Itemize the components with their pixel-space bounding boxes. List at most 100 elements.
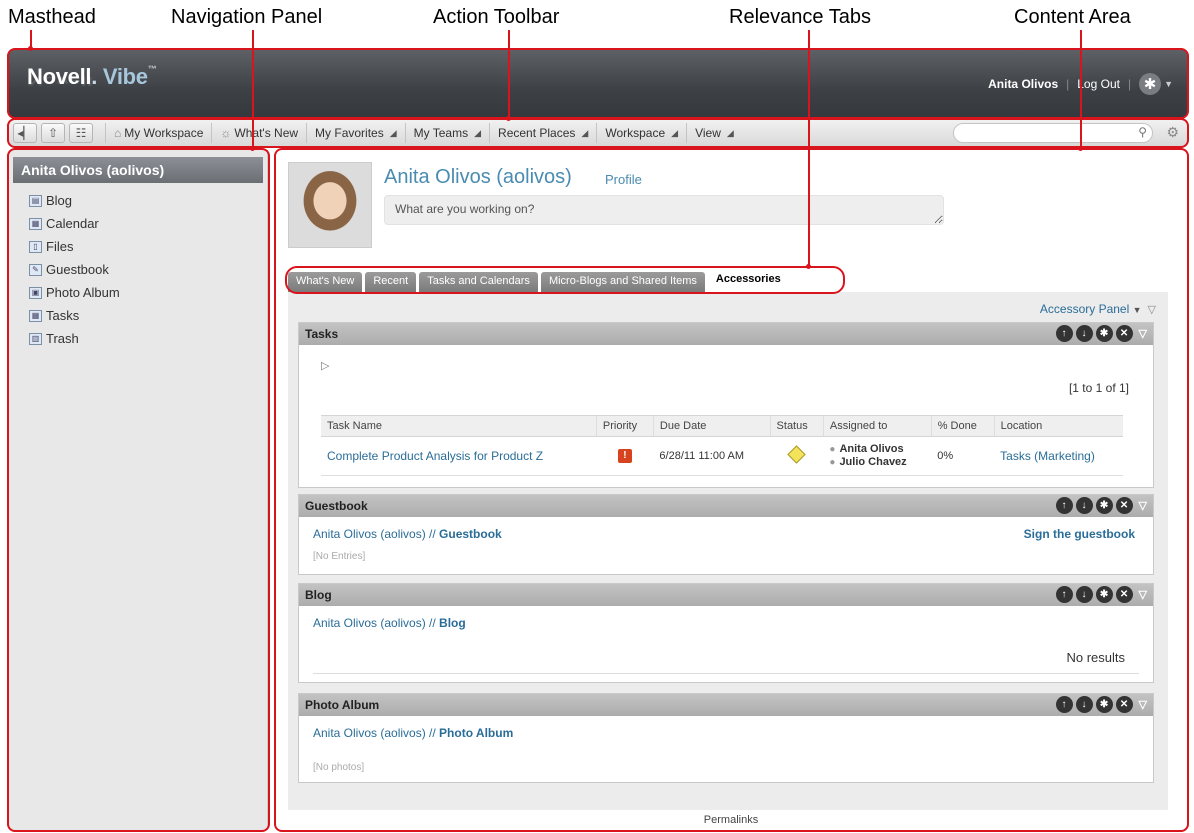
back-icon[interactable]: ◂▏ (13, 123, 37, 143)
move-down-icon[interactable]: ↓ (1075, 586, 1093, 603)
col-assigned-to[interactable]: Assigned to (822, 415, 932, 437)
move-up-icon[interactable]: ↑ (1055, 497, 1073, 514)
toolbar-view[interactable]: View ◢ (686, 123, 742, 143)
chevron-down-icon[interactable]: ▼ (1164, 79, 1173, 89)
task-name-link[interactable]: Complete Product Analysis for Product Z (327, 449, 543, 463)
collapse-triangle-icon[interactable]: ▽ (1139, 588, 1147, 601)
callout-relevance-tabs: Relevance Tabs (729, 6, 871, 28)
dropdown-arrow-icon: ◢ (671, 127, 679, 138)
nav-item-trash[interactable]: ▥ Trash (29, 327, 267, 350)
accessories-panel: Accessory Panel ▼ ▽ Tasks ↑ ↓ ✱ ✕ ▽ ▷ [1 … (288, 292, 1168, 810)
logout-link[interactable]: Log Out (1077, 77, 1120, 91)
separator: | (1127, 77, 1132, 91)
move-up-icon[interactable]: ↑ (1055, 586, 1073, 603)
tab-accessories[interactable]: Accessories (707, 270, 789, 292)
collapse-triangle-icon[interactable]: ▽ (1148, 304, 1156, 316)
collapse-triangle-icon[interactable]: ▽ (1139, 698, 1147, 711)
nav-item-tasks[interactable]: ▦ Tasks (29, 304, 267, 327)
guestbook-widget-header: Guestbook ↑ ↓ ✱ ✕ ▽ (299, 495, 1153, 517)
nav-item-photo-album[interactable]: ▣ Photo Album (29, 281, 267, 304)
nav-item-guestbook[interactable]: ✎ Guestbook (29, 258, 267, 281)
user-name-link[interactable]: Anita Olivos (988, 77, 1058, 91)
blog-empty: No results (1066, 650, 1125, 665)
upload-icon[interactable]: ⇧ (41, 123, 65, 143)
photo-album-widget-header: Photo Album ↑ ↓ ✱ ✕ ▽ (299, 694, 1153, 716)
logo-reflection: Novell (27, 74, 94, 88)
photo-album-path-link[interactable]: Anita Olivos (aolivos) // Photo Album (313, 726, 513, 740)
assignee[interactable]: ● Anita Olivos (829, 443, 925, 456)
sign-guestbook-link[interactable]: Sign the guestbook (1024, 527, 1135, 541)
content-area: Anita Olivos (aolivos) Profile What's Ne… (276, 150, 1186, 830)
task-due-date: 6/28/11 11:00 AM (653, 436, 771, 476)
toolbar-recent-places[interactable]: Recent Places ◢ (489, 123, 596, 143)
toolbar-workspace[interactable]: Workspace ◢ (596, 123, 686, 143)
move-up-icon[interactable]: ↑ (1055, 325, 1073, 342)
nav-item-calendar[interactable]: ▦ Calendar (29, 212, 267, 235)
callout-leader-dot (806, 264, 811, 269)
move-up-icon[interactable]: ↑ (1055, 696, 1073, 713)
home-icon: ⌂ (114, 126, 122, 140)
callout-leader-line (508, 30, 510, 120)
relevance-tabs: What's New Recent Tasks and Calendars Mi… (288, 270, 789, 292)
tab-micro-blogs[interactable]: Micro-Blogs and Shared Items (540, 272, 705, 292)
person-icon: ● (829, 444, 836, 455)
photo-album-widget: Photo Album ↑ ↓ ✱ ✕ ▽ Anita Olivos (aoli… (298, 693, 1154, 783)
tab-whats-new[interactable]: What's New (288, 272, 363, 292)
toolbar-whats-new[interactable]: ☼ What's New (211, 123, 306, 143)
close-icon[interactable]: ✕ (1115, 497, 1133, 514)
search-icon[interactable]: ⚲ (1138, 125, 1147, 139)
gear-icon[interactable]: ✱ (1139, 73, 1162, 95)
settings-icon[interactable]: ✱ (1095, 586, 1113, 603)
col-due-date[interactable]: Due Date (652, 415, 771, 437)
blog-widget: Blog ↑ ↓ ✱ ✕ ▽ Anita Olivos (aolivos) //… (298, 583, 1154, 683)
profile-link[interactable]: Profile (605, 172, 642, 187)
callout-leader-dot (28, 46, 33, 51)
status-input[interactable] (384, 195, 944, 225)
profile-name[interactable]: Anita Olivos (aolivos) (384, 166, 572, 189)
toolbar-my-workspace[interactable]: ⌂ My Workspace (105, 123, 211, 143)
collapse-triangle-icon[interactable]: ▽ (1139, 499, 1147, 512)
nav-item-blog[interactable]: ▤ Blog (29, 189, 267, 212)
col-location[interactable]: Location (993, 415, 1123, 437)
tree-icon[interactable]: ☷ (69, 123, 93, 143)
tab-tasks-and-calendars[interactable]: Tasks and Calendars (419, 272, 538, 292)
col-status[interactable]: Status (769, 415, 824, 437)
toolbar-my-teams[interactable]: My Teams ◢ (404, 123, 489, 143)
collapse-triangle-icon[interactable]: ▽ (1139, 327, 1147, 340)
col-percent-done[interactable]: % Done (930, 415, 995, 437)
col-task-name[interactable]: Task Name (321, 415, 597, 437)
high-priority-icon: ! (617, 449, 632, 463)
close-icon[interactable]: ✕ (1115, 586, 1133, 603)
assignee[interactable]: ● Julio Chavez (829, 456, 925, 469)
settings-icon[interactable]: ✱ (1095, 325, 1113, 342)
accessory-panel-menu[interactable]: Accessory Panel ▼ ▽ (1040, 302, 1156, 316)
nav-workspace-title[interactable]: Anita Olivos (aolivos) (13, 157, 263, 183)
search-input[interactable] (953, 123, 1153, 143)
move-down-icon[interactable]: ↓ (1075, 696, 1093, 713)
task-location-link[interactable]: Tasks (Marketing) (1000, 449, 1095, 463)
blog-path-link[interactable]: Anita Olivos (aolivos) // Blog (313, 616, 466, 630)
trash-icon: ▥ (29, 332, 42, 345)
toolbar-my-favorites[interactable]: My Favorites ◢ (306, 123, 405, 143)
search-options-icon[interactable]: ⚙ (1166, 124, 1179, 141)
permalinks-link[interactable]: Permalinks (276, 814, 1186, 826)
move-down-icon[interactable]: ↓ (1075, 497, 1093, 514)
settings-icon[interactable]: ✱ (1095, 696, 1113, 713)
photo-album-icon: ▣ (29, 286, 42, 299)
col-priority[interactable]: Priority (595, 415, 654, 437)
dropdown-arrow-icon: ◢ (389, 127, 397, 138)
close-icon[interactable]: ✕ (1115, 325, 1133, 342)
guestbook-path-link[interactable]: Anita Olivos (aolivos) // Guestbook (313, 527, 502, 541)
move-down-icon[interactable]: ↓ (1075, 325, 1093, 342)
settings-icon[interactable]: ✱ (1095, 497, 1113, 514)
callout-leader-line (1080, 30, 1082, 150)
close-icon[interactable]: ✕ (1115, 696, 1133, 713)
expand-arrow-icon[interactable]: ▷ (321, 359, 329, 372)
tab-recent[interactable]: Recent (365, 272, 417, 292)
nav-item-files[interactable]: ▯ Files (29, 235, 267, 258)
blog-icon: ▤ (29, 194, 42, 207)
calendar-icon: ▦ (29, 217, 42, 230)
avatar[interactable] (288, 162, 372, 248)
tasks-pagination: [1 to 1 of 1] (1068, 381, 1129, 395)
person-icon: ● (829, 457, 836, 468)
